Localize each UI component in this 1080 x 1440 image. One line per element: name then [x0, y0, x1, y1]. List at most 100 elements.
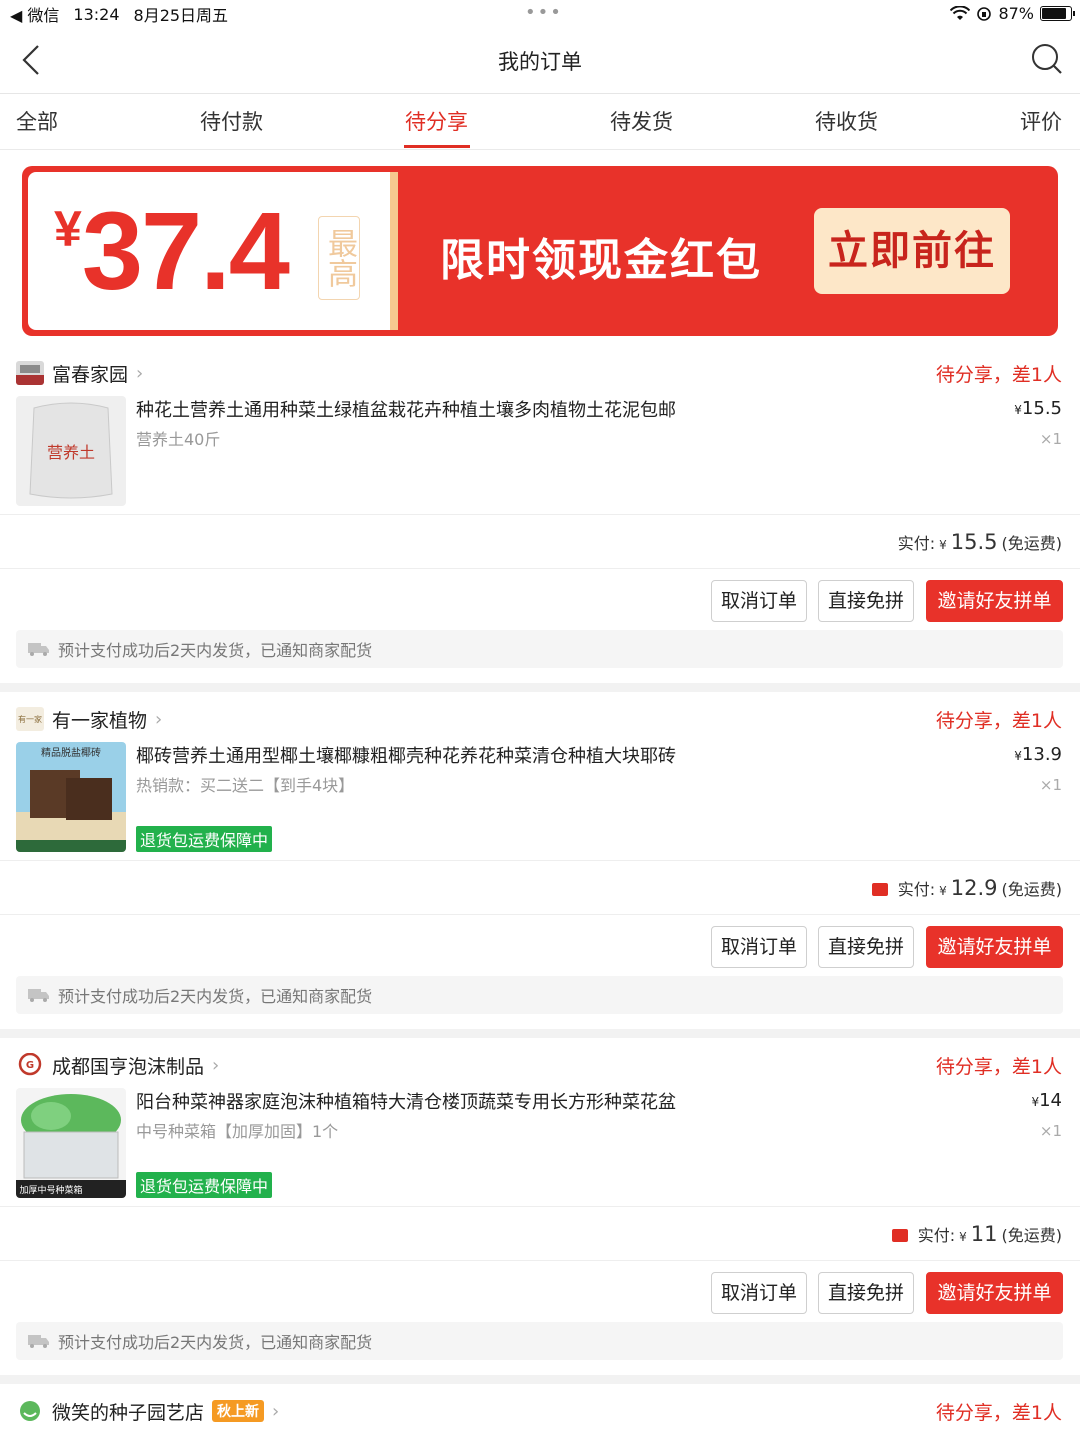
product-price: ¥13.9 [1014, 744, 1062, 765]
banner-text: 限时领现金红包 [440, 235, 762, 286]
tab-all[interactable]: 全部 [16, 106, 58, 136]
chevron-right-icon: › [272, 1400, 280, 1422]
product-thumbnail[interactable]: 营养土 [16, 396, 126, 506]
paid-label: 实付: [897, 534, 936, 553]
product-title[interactable]: 阳台种菜神器家庭泡沫种植箱特大清仓楼顶蔬菜专用长方形种菜花盆 [136, 1088, 936, 1114]
paid-label: 实付: [917, 1226, 956, 1245]
banner-go-button[interactable]: 立即前往 [814, 208, 1010, 294]
divider [0, 1260, 1080, 1261]
store-logo-icon: 有一家 [16, 707, 44, 731]
tab-pending-shipment[interactable]: 待发货 [610, 106, 673, 136]
tab-pending-receipt[interactable]: 待收货 [815, 106, 878, 136]
skip-group-button[interactable]: 直接免拼 [818, 926, 914, 968]
invite-friends-button[interactable]: 邀请好友拼单 [926, 580, 1063, 622]
product-price-value: 14 [1039, 1090, 1062, 1111]
order-card: G 成都国亨泡沫制品 › 待分享，差1人 加厚中号种菜箱 阳台种菜神器家庭泡沫种… [0, 1038, 1080, 1375]
shipping-note-text: 预计支付成功后2天内发货，已通知商家配货 [58, 641, 373, 660]
cancel-order-button[interactable]: 取消订单 [711, 1272, 807, 1314]
red-packet-banner[interactable]: ¥37.4 最高 限时领现金红包 立即前往 [22, 166, 1058, 336]
cancel-order-button[interactable]: 取消订单 [711, 580, 807, 622]
paid-row: 实付: ¥12.9 (免运费) [871, 876, 1063, 900]
battery-icon [1040, 6, 1075, 21]
search-icon[interactable] [1030, 42, 1064, 76]
product-thumbnail[interactable]: 加厚中号种菜箱 [16, 1088, 126, 1198]
banner-currency: ¥ [54, 201, 82, 257]
product-price-value: 15.5 [1021, 398, 1062, 419]
shipping-note-text: 预计支付成功后2天内发货，已通知商家配货 [58, 1333, 373, 1352]
back-to-wechat[interactable]: ◀ 微信 [10, 2, 59, 26]
cancel-order-button[interactable]: 取消订单 [711, 926, 807, 968]
banner-amount: ¥37.4 [54, 188, 290, 315]
return-shipping-badge: 退货包运费保障中 [136, 1172, 273, 1198]
order-card: 微笑的种子园艺店 秋上新 › 待分享，差1人 [0, 1384, 1080, 1440]
paid-amount: 11 [970, 1222, 998, 1246]
coupon-panel: ¥37.4 最高 [28, 172, 398, 330]
paid-amount: 15.5 [950, 530, 998, 554]
invite-friends-button[interactable]: 邀请好友拼单 [926, 1272, 1063, 1314]
active-tab-indicator [404, 145, 470, 148]
divider [0, 1206, 1080, 1207]
currency-symbol: ¥ [1014, 403, 1022, 417]
store-name: 有一家植物 [52, 709, 148, 732]
return-shipping-badge: 退货包运费保障中 [136, 826, 273, 852]
chevron-right-icon: › [212, 1054, 220, 1076]
order-card: 有一家 有一家植物 › 待分享，差1人 精品脱盐椰砖 椰砖营养土通用型椰土壤椰糠… [0, 692, 1080, 1029]
truck-icon [28, 989, 49, 1002]
store-name: 富春家园 [52, 363, 129, 386]
store-row[interactable]: 微笑的种子园艺店 秋上新 › [16, 1396, 279, 1426]
paid-label: 实付: [897, 880, 936, 899]
order-tabs: 全部 待付款 待分享 待发货 待收货 评价 [0, 94, 1080, 150]
thumb-label: 加厚中号种菜箱 [19, 1184, 82, 1196]
currency-symbol: ¥ [1031, 1095, 1040, 1109]
order-card: 富春家园 › 待分享，差1人 营养土 种花土营养土通用种菜土绿植盆栽花卉种植土壤… [0, 346, 1080, 683]
paid-note: (免运费) [1001, 880, 1063, 899]
paid-note: (免运费) [1001, 534, 1063, 553]
store-row[interactable]: 富春家园 › [16, 358, 143, 388]
skip-group-button[interactable]: 直接免拼 [818, 580, 914, 622]
product-title[interactable]: 种花土营养土通用种菜土绿植盆栽花卉种植土壤多肉植物土花泥包邮 [136, 396, 936, 422]
currency-symbol: ¥ [939, 538, 947, 552]
store-name: 微笑的种子园艺店 [52, 1401, 205, 1424]
product-title[interactable]: 椰砖营养土通用型椰土壤椰糠粗椰壳种花养花种菜清仓种植大块耶砖 [136, 742, 936, 768]
currency-symbol: ¥ [1014, 749, 1022, 763]
invite-friends-button[interactable]: 邀请好友拼单 [926, 926, 1063, 968]
skip-group-button[interactable]: 直接免拼 [818, 1272, 914, 1314]
store-row[interactable]: 有一家 有一家植物 › [16, 704, 162, 734]
store-name: 成都国亨泡沫制品 [52, 1055, 205, 1078]
nav-bar: 我的订单 [0, 28, 1080, 94]
thumb-label: 营养土 [47, 443, 95, 462]
shipping-note-text: 预计支付成功后2天内发货，已通知商家配货 [58, 987, 373, 1006]
battery-percent: 87% [998, 4, 1034, 23]
product-price: ¥15.5 [1014, 398, 1062, 419]
paid-row: 实付: ¥15.5 (免运费) [898, 530, 1062, 554]
product-qty: ×1 [1039, 1122, 1062, 1140]
divider [0, 568, 1080, 569]
tab-pending-share[interactable]: 待分享 [405, 106, 468, 136]
product-thumbnail[interactable]: 精品脱盐椰砖 [16, 742, 126, 852]
svg-text:G: G [26, 1060, 34, 1071]
coupon-icon [871, 883, 888, 896]
shipping-note: 预计支付成功后2天内发货，已通知商家配货 [16, 630, 1063, 668]
order-status: 待分享，差1人 [935, 364, 1062, 386]
currency-symbol: ¥ [939, 884, 947, 898]
tab-pending-payment[interactable]: 待付款 [200, 106, 263, 136]
banner-max-tag: 最高 [318, 216, 360, 300]
product-qty: ×1 [1039, 430, 1062, 448]
thumb-label: 精品脱盐椰砖 [41, 746, 101, 759]
divider [0, 914, 1080, 915]
status-bar: ◀ 微信 13:24 8月25日周五 ••• 87% [0, 0, 1080, 28]
shipping-note: 预计支付成功后2天内发货，已通知商家配货 [16, 1322, 1063, 1360]
tab-review[interactable]: 评价 [1020, 106, 1062, 136]
divider [0, 514, 1080, 515]
wifi-icon [950, 5, 971, 20]
orientation-lock-icon [977, 6, 992, 21]
store-logo-icon [16, 361, 44, 385]
multitask-dots-icon[interactable]: ••• [525, 2, 563, 23]
product-spec: 中号种菜箱【加厚加固】1个 [136, 1122, 339, 1141]
page-title: 我的订单 [498, 50, 582, 74]
truck-icon [28, 643, 49, 656]
paid-row: 实付: ¥11 (免运费) [891, 1222, 1062, 1246]
currency-symbol: ¥ [959, 1230, 967, 1244]
store-row[interactable]: G 成都国亨泡沫制品 › [16, 1050, 219, 1080]
chevron-right-icon: › [136, 362, 144, 384]
